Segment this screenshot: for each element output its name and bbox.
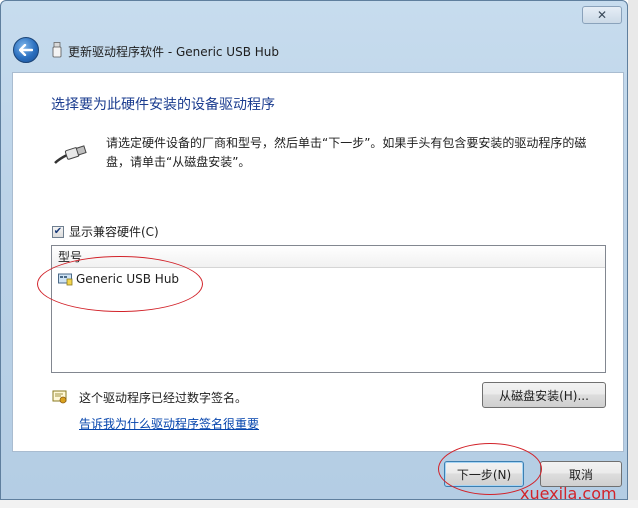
show-compatible-checkbox[interactable]: ✔ xyxy=(52,225,64,238)
instruction-text: 请选定硬件设备的厂商和型号，然后单击“下一步”。如果手头有包含要安装的驱动程序的… xyxy=(106,136,587,169)
show-compatible-label: 显示兼容硬件(C) xyxy=(69,225,159,239)
signing-info-link[interactable]: 告诉我为什么驱动程序签名很重要 xyxy=(79,415,259,432)
next-button[interactable]: 下一步(N) xyxy=(444,461,524,487)
page-heading: 选择要为此硬件安装的设备驱动程序 xyxy=(51,97,275,113)
close-button[interactable]: ✕ xyxy=(582,6,622,24)
list-item-label: Generic USB Hub xyxy=(76,272,180,286)
usb-device-icon xyxy=(52,42,62,58)
close-icon: ✕ xyxy=(596,8,608,22)
back-button[interactable] xyxy=(13,37,39,63)
certificate-icon xyxy=(52,389,68,405)
have-disk-button[interactable]: 从磁盘安装(H)... xyxy=(482,382,606,408)
watermark-text: xuexila.com xyxy=(520,484,617,503)
checkmark-icon: ✔ xyxy=(53,225,63,237)
usb-cable-icon xyxy=(53,143,87,165)
back-arrow-icon xyxy=(19,44,33,56)
usb-hub-icon xyxy=(58,273,73,286)
list-item[interactable]: Generic USB Hub xyxy=(58,272,179,286)
background-strip-right xyxy=(628,0,638,508)
window-title: 更新驱动程序软件 - Generic USB Hub xyxy=(68,45,280,59)
model-list[interactable]: 型号 Generic USB Hub xyxy=(51,245,606,373)
show-compatible-checkbox-row[interactable]: ✔ 显示兼容硬件(C) xyxy=(52,223,159,240)
model-column-header[interactable]: 型号 xyxy=(52,246,605,268)
signed-status-text: 这个驱动程序已经过数字签名。 xyxy=(79,391,248,405)
content-panel: 选择要为此硬件安装的设备驱动程序 请选定硬件设备的厂商和型号，然后单击“下一步”… xyxy=(12,72,624,452)
